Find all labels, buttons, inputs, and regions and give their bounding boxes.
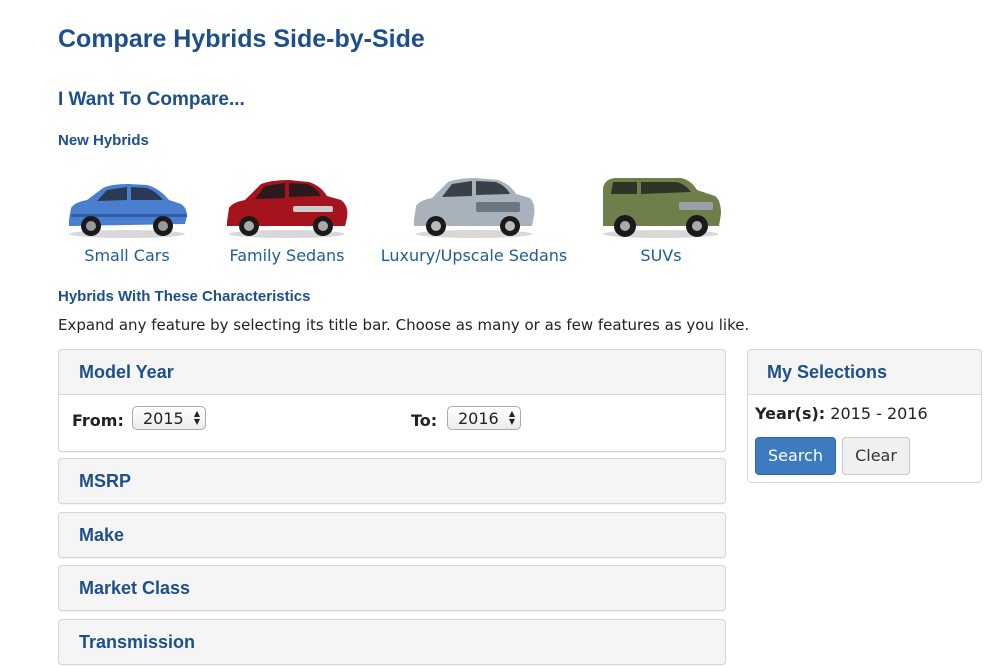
make-panel[interactable]: Make (58, 512, 726, 558)
my-selections-panel: My Selections Year(s): 2015 - 2016 Searc… (747, 349, 982, 483)
selected-years: Year(s): 2015 - 2016 (755, 404, 928, 423)
vehicle-small-cars[interactable]: Small Cars (62, 170, 192, 265)
to-year-select[interactable]: 2016 ▲ ▼ (447, 406, 521, 430)
characteristics-heading: Hybrids With These Characteristics (58, 288, 311, 305)
vehicle-label: Small Cars (84, 246, 170, 265)
section-title: I Want To Compare... (58, 89, 245, 110)
family-sedan-icon (227, 180, 348, 238)
small-car-icon (69, 184, 187, 238)
clear-button[interactable]: Clear (842, 437, 910, 475)
msrp-panel[interactable]: MSRP (58, 458, 726, 504)
vehicle-label: Luxury/Upscale Sedans (380, 246, 568, 265)
model-year-panel-header[interactable]: Model Year (59, 350, 725, 394)
transmission-panel-header[interactable]: Transmission (59, 620, 725, 664)
from-label: From: (72, 411, 124, 430)
instructions-text: Expand any feature by selecting its titl… (58, 316, 750, 334)
model-year-panel-body: From: 2015 ▲ ▼ To: 2016 ▲ ▼ (59, 394, 725, 451)
from-year-value: 2015 (143, 409, 184, 428)
vehicle-label: SUVs (640, 246, 682, 265)
suv-icon (603, 178, 721, 238)
years-value: 2015 - 2016 (830, 404, 928, 423)
from-year-select[interactable]: 2015 ▲ ▼ (132, 406, 206, 430)
model-year-panel: Model Year From: 2015 ▲ ▼ To: 2016 ▲ ▼ (58, 349, 726, 452)
page-title: Compare Hybrids Side-by-Side (58, 25, 425, 53)
years-label: Year(s): (755, 404, 826, 423)
new-hybrids-heading: New Hybrids (58, 132, 149, 149)
vehicle-suvs[interactable]: SUVs (596, 170, 726, 265)
msrp-panel-header[interactable]: MSRP (59, 459, 725, 503)
to-label: To: (411, 411, 438, 430)
compare-hybrids-page: Compare Hybrids Side-by-Side I Want To C… (0, 0, 1000, 667)
search-button[interactable]: Search (755, 437, 836, 475)
make-panel-header[interactable]: Make (59, 513, 725, 557)
vehicle-label: Family Sedans (229, 246, 345, 265)
vehicle-family-sedans[interactable]: Family Sedans (222, 170, 352, 265)
market-class-panel-header[interactable]: Market Class (59, 566, 725, 610)
select-arrows-icon: ▲ ▼ (193, 409, 200, 426)
select-arrows-icon: ▲ ▼ (508, 409, 515, 426)
my-selections-title: My Selections (748, 350, 981, 395)
luxury-sedan-icon (414, 178, 535, 238)
market-class-panel[interactable]: Market Class (58, 565, 726, 611)
vehicle-luxury-sedans[interactable]: Luxury/Upscale Sedans (376, 170, 572, 265)
transmission-panel[interactable]: Transmission (58, 619, 726, 665)
to-year-value: 2016 (458, 409, 499, 428)
